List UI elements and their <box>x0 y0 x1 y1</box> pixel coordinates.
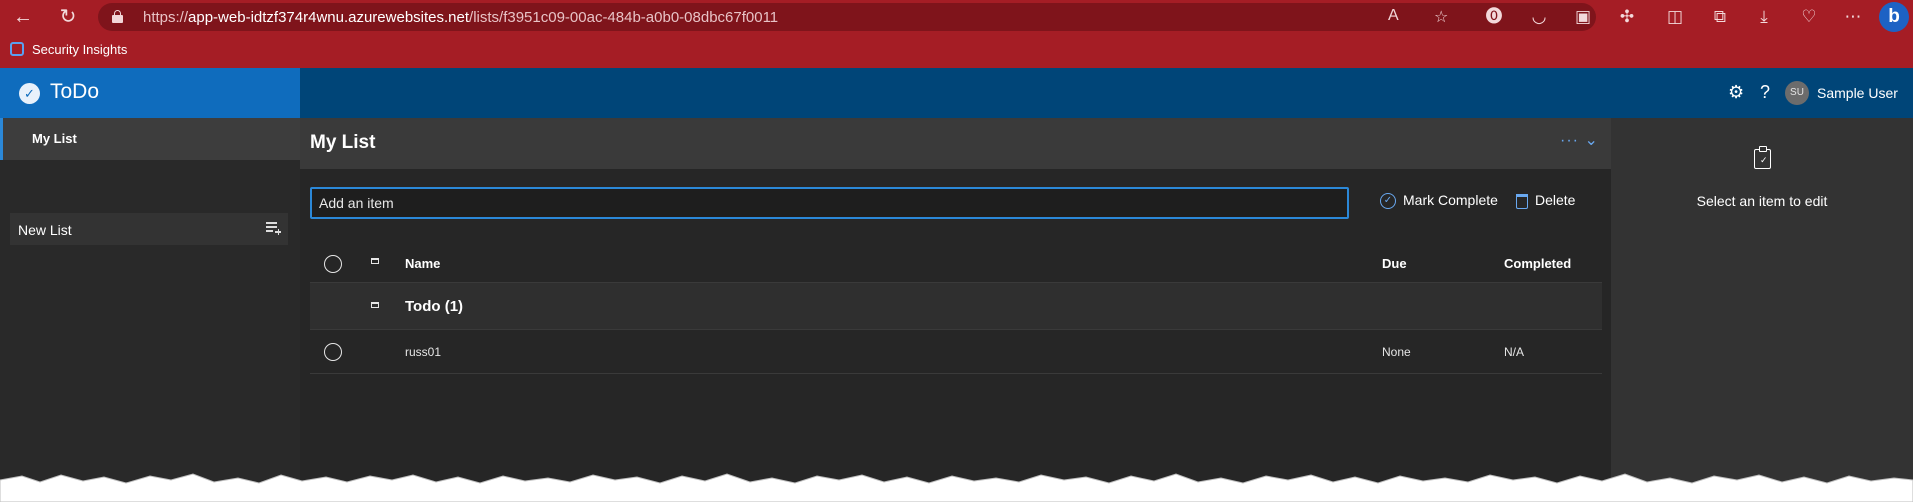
main-content: My List ··· ⌄ ✓Mark Complete Delete Name… <box>300 118 1611 502</box>
group-header-todo[interactable]: Todo (1) <box>310 283 1602 330</box>
check-circle-icon: ✓ <box>1380 193 1396 210</box>
add-list-icon[interactable] <box>266 221 281 235</box>
user-name[interactable]: Sample User <box>1817 85 1898 101</box>
collapse-group-icon[interactable] <box>371 302 379 308</box>
detail-panel: Select an item to edit <box>1611 118 1913 502</box>
select-all-checkbox[interactable] <box>324 255 342 273</box>
translate-icon[interactable]: ▣ <box>1572 6 1594 28</box>
more-options-button[interactable]: ··· ⌄ <box>1560 130 1599 150</box>
sidebar: My List New List <box>0 118 300 502</box>
mark-complete-button[interactable]: ✓ Mark Complete <box>1380 192 1498 214</box>
app-header: ✓ ToDo ⚙ ? SU Sample User <box>0 68 1913 118</box>
table-header: Name Due Completed <box>310 241 1602 283</box>
new-list-label: New List <box>18 222 72 238</box>
column-due[interactable]: Due <box>1382 256 1407 271</box>
bing-copilot-icon[interactable]: b <box>1879 2 1909 32</box>
app-title: ToDo <box>50 80 100 103</box>
new-list-field[interactable]: New List <box>10 213 288 245</box>
favorites-bar: Security Insights <box>0 34 1913 68</box>
item-completed: N/A <box>1504 345 1525 359</box>
shield-icon <box>10 42 24 56</box>
group-label: Todo (1) <box>405 298 464 315</box>
address-bar[interactable]: https://app-web-idtzf374r4wnu.azurewebsi… <box>98 3 1596 31</box>
lock-icon <box>112 10 123 23</box>
table-row[interactable]: russ01 None N/A <box>310 330 1602 374</box>
password-manager-icon[interactable]: ⓿ <box>1483 6 1505 28</box>
collections-icon[interactable]: ⧉ <box>1709 6 1731 28</box>
settings-gear-icon[interactable]: ⚙ <box>1728 82 1744 103</box>
clipboard-icon <box>1754 146 1771 169</box>
help-icon[interactable]: ? <box>1760 82 1770 103</box>
browser-toolbar: ← ↻ https://app-web-idtzf374r4wnu.azurew… <box>0 0 1913 34</box>
torn-edge-decoration <box>0 473 1913 502</box>
refresh-icon[interactable]: ↻ <box>56 5 80 29</box>
item-name: russ01 <box>405 345 442 359</box>
url-text[interactable]: https://app-web-idtzf374r4wnu.azurewebsi… <box>143 9 778 26</box>
sidebar-item-label: My List <box>32 131 77 146</box>
more-menu-icon[interactable]: ⋯ <box>1842 6 1864 28</box>
row-select-checkbox[interactable] <box>324 343 342 361</box>
pocket-icon[interactable]: ◡ <box>1528 6 1550 28</box>
trash-icon <box>1516 193 1528 209</box>
back-icon[interactable]: ← <box>11 5 35 29</box>
sidebar-item-my-list[interactable]: My List <box>0 118 300 160</box>
downloads-icon[interactable]: ⤓ <box>1753 6 1775 28</box>
browser-essentials-icon[interactable]: ♡ <box>1798 6 1820 28</box>
column-name[interactable]: Name <box>405 256 440 271</box>
delete-button[interactable]: Delete <box>1516 192 1575 214</box>
column-completed[interactable]: Completed <box>1504 256 1571 271</box>
read-aloud-icon[interactable]: A <box>1388 7 1399 25</box>
chevron-down-icon: ⌄ <box>1584 132 1599 149</box>
list-header: My List ··· ⌄ <box>300 118 1611 169</box>
extensions-icon[interactable]: ✣ <box>1616 6 1638 28</box>
avatar[interactable]: SU <box>1785 81 1809 105</box>
add-item-input[interactable] <box>310 187 1349 219</box>
app-logo-icon: ✓ <box>19 83 40 104</box>
collapse-all-icon[interactable] <box>371 258 379 264</box>
items-table: Name Due Completed Todo (1) russ01 None … <box>310 241 1602 374</box>
app-brand[interactable]: ✓ ToDo <box>0 68 300 118</box>
favorite-security-insights[interactable]: Security Insights <box>10 42 127 57</box>
page-title: My List <box>310 132 376 153</box>
item-due: None <box>1382 345 1411 359</box>
favorite-star-icon[interactable]: ☆ <box>1434 7 1448 27</box>
split-screen-icon[interactable]: ◫ <box>1664 6 1686 28</box>
empty-detail-hint: Select an item to edit <box>1696 193 1828 209</box>
